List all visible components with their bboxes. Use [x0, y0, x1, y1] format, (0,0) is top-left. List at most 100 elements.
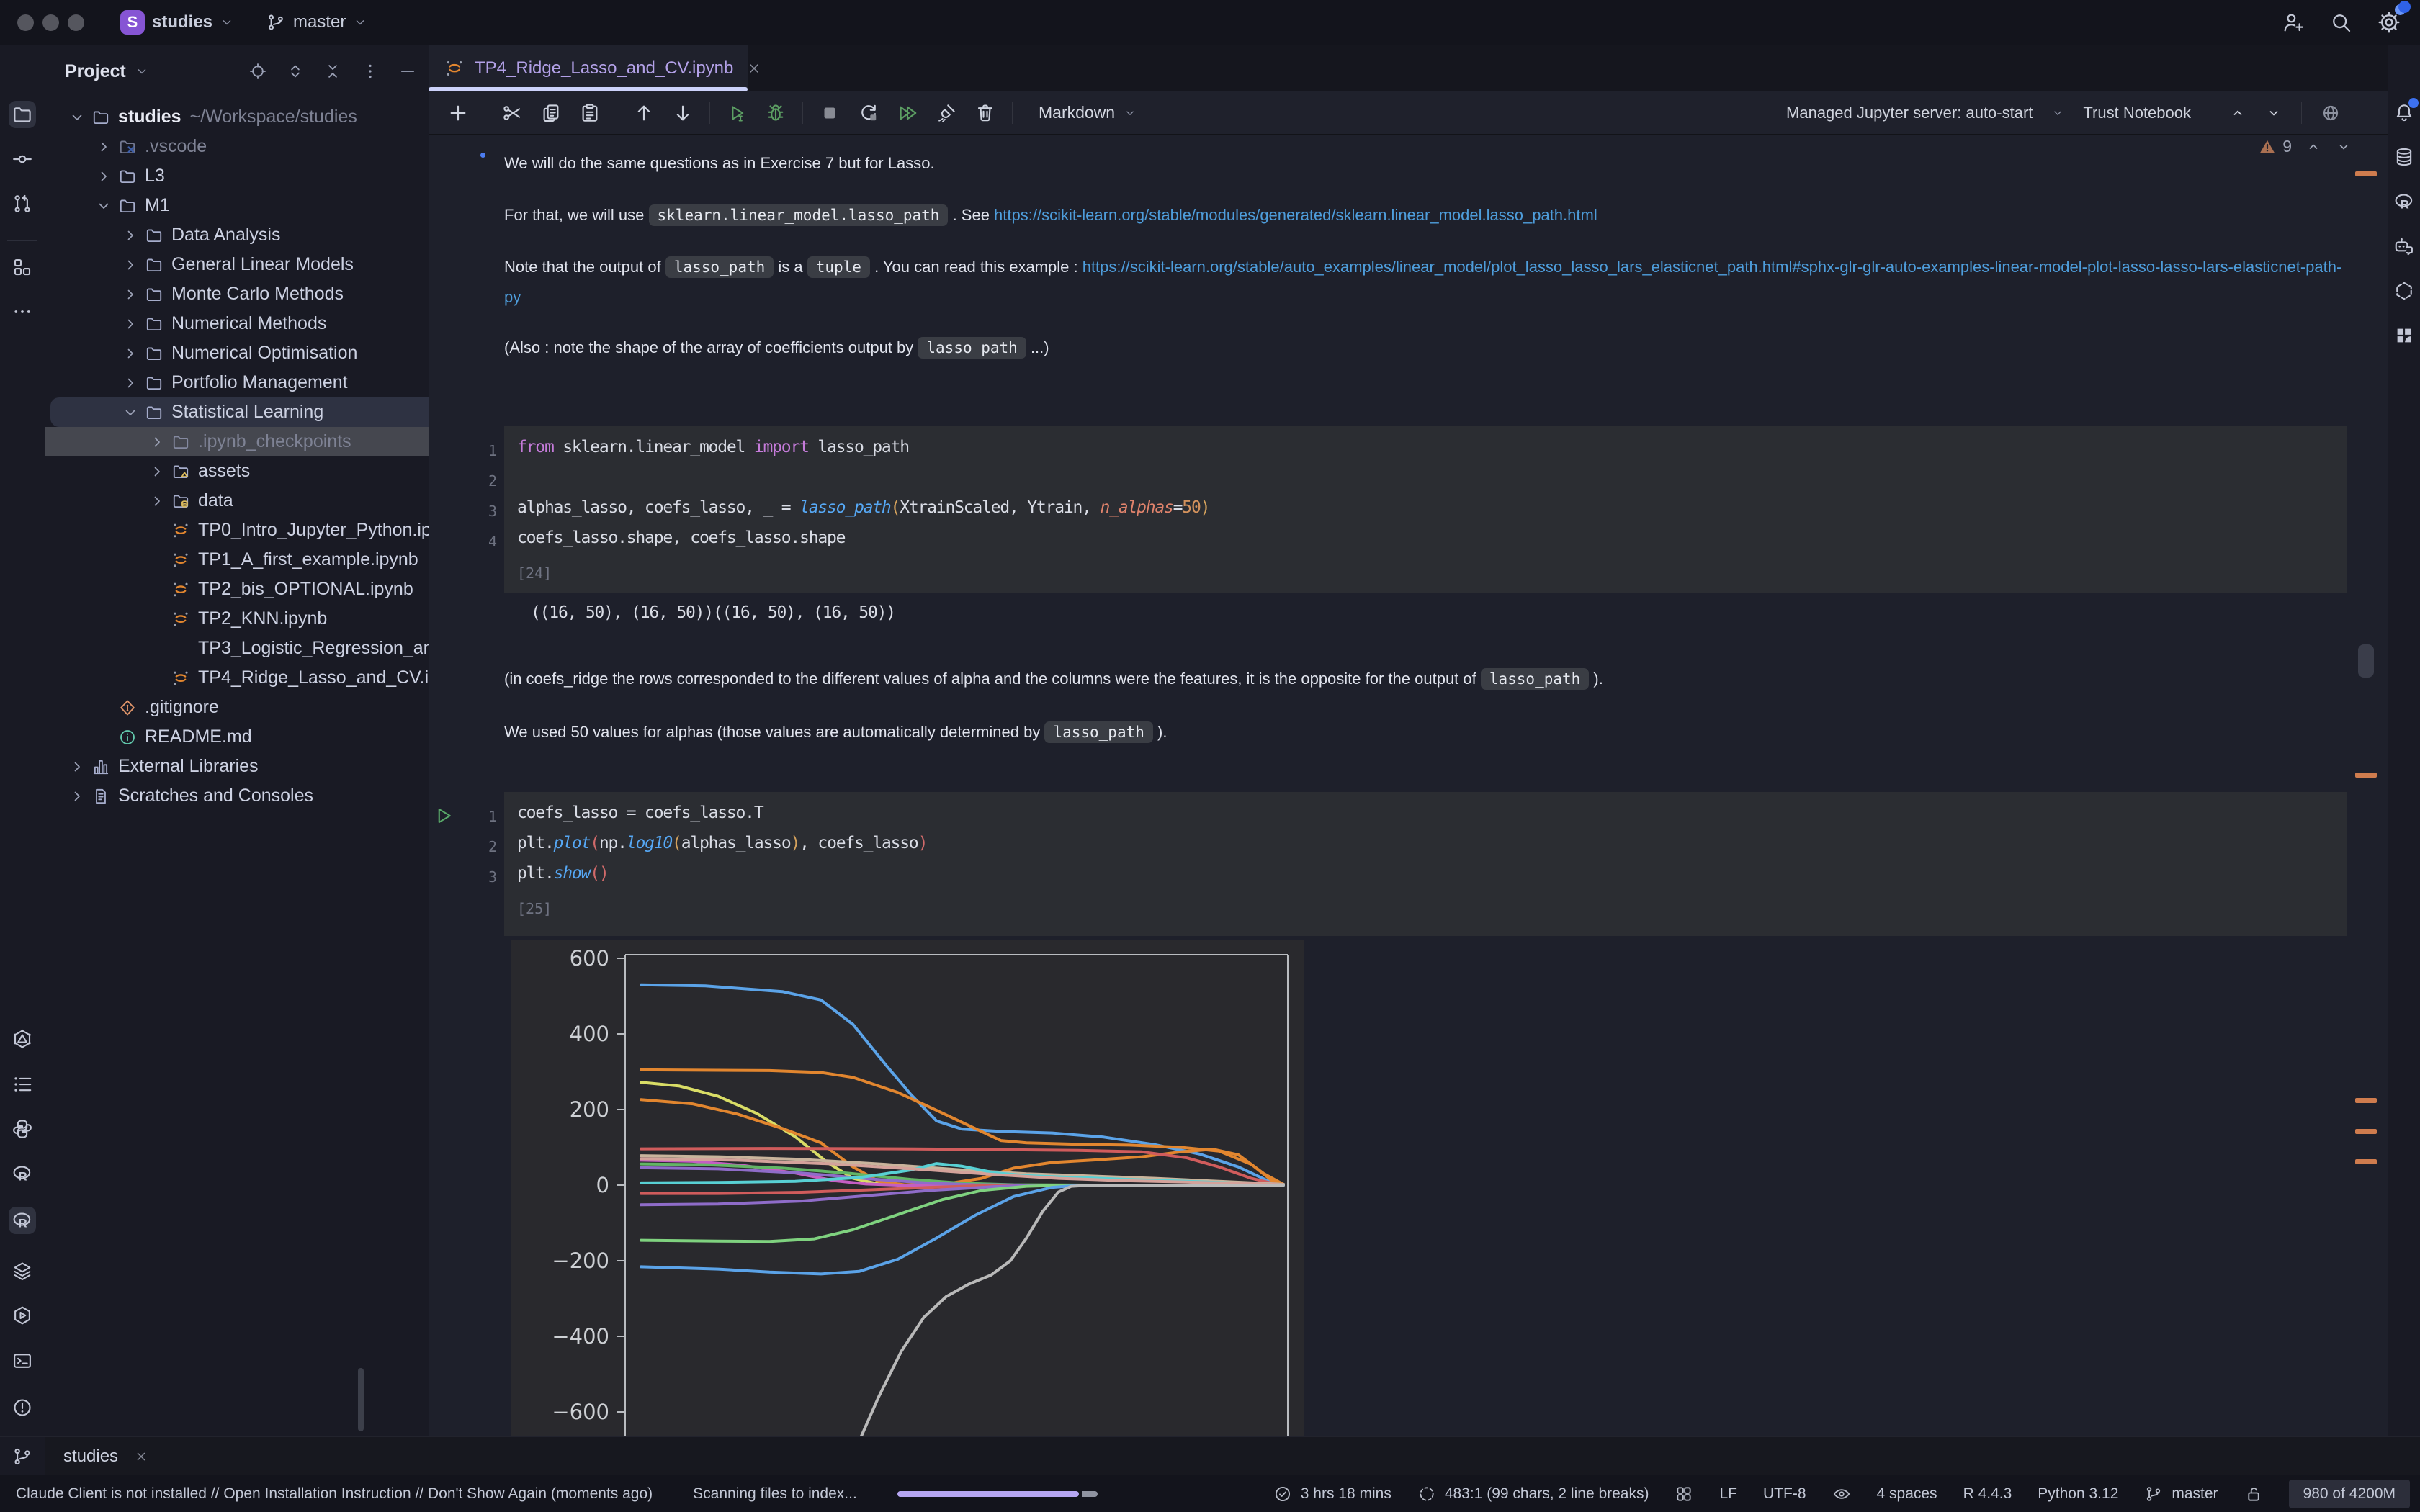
- ai-assistant-tool-icon[interactable]: [2393, 235, 2415, 257]
- tree-item-data[interactable]: data: [45, 486, 429, 516]
- chevron-right-icon[interactable]: [68, 758, 86, 775]
- move-cell-down-button[interactable]: [671, 101, 695, 125]
- run-all-cells-button[interactable]: [895, 101, 920, 125]
- tree-item-studies[interactable]: studies~/Workspace/studies: [45, 102, 429, 132]
- code-cell-2[interactable]: coefs_lasso = coefs_lasso.Tplt.plot(np.l…: [504, 792, 2347, 936]
- plugins-tool-icon[interactable]: [2393, 325, 2415, 346]
- tree-item-numerical-optimisation[interactable]: Numerical Optimisation: [45, 338, 429, 368]
- tree-item-readme-md[interactable]: README.md: [45, 722, 429, 752]
- status-session-time[interactable]: 3 hrs 18 mins: [1273, 1485, 1392, 1503]
- window-controls[interactable]: [17, 14, 84, 31]
- status-indent-style[interactable]: 4 spaces: [1877, 1485, 1937, 1503]
- tree-item-ipynb-checkpoints[interactable]: .ipynb_checkpoints: [45, 427, 429, 456]
- tree-item-general-linear-models[interactable]: General Linear Models: [45, 250, 429, 279]
- hide-panel-button[interactable]: [398, 62, 417, 81]
- add-user-button[interactable]: [2282, 11, 2305, 34]
- chevron-right-icon[interactable]: [95, 138, 112, 156]
- run-cell-gutter-button[interactable]: [433, 805, 454, 827]
- collapse-all-button[interactable]: [323, 62, 342, 81]
- status-kernel-status[interactable]: [1675, 1485, 1693, 1503]
- project-scrollbar-thumb[interactable]: [358, 1368, 364, 1431]
- status-memory-indicator[interactable]: 980 of 4200M: [2289, 1480, 2410, 1508]
- terminal-tool-icon[interactable]: [9, 1347, 36, 1374]
- commit-tool-icon[interactable]: [9, 145, 36, 173]
- tab-notebook[interactable]: TP4_Ridge_Lasso_and_CV.ipynb: [429, 45, 748, 91]
- chevron-down-icon[interactable]: [68, 109, 86, 126]
- add-cell-button[interactable]: [446, 101, 470, 125]
- run-cell-button[interactable]: [725, 101, 749, 125]
- expand-all-button[interactable]: [286, 62, 305, 81]
- project-tool-icon[interactable]: [9, 101, 36, 128]
- chevron-right-icon[interactable]: [122, 315, 139, 333]
- cut-cell-button[interactable]: [500, 101, 524, 125]
- trust-notebook-button[interactable]: Trust Notebook: [2083, 104, 2191, 122]
- paste-cell-button[interactable]: [578, 101, 602, 125]
- r-console-tool-icon[interactable]: R: [9, 1160, 36, 1187]
- status-caret-position[interactable]: 483:1 (99 chars, 2 line breaks): [1417, 1485, 1649, 1503]
- locate-file-button[interactable]: [248, 62, 267, 81]
- status-line-separator[interactable]: LF: [1719, 1485, 1737, 1503]
- next-problem-button[interactable]: [2335, 138, 2352, 156]
- status-python-interpreter[interactable]: Python 3.12: [2038, 1485, 2118, 1503]
- chevron-right-icon[interactable]: [95, 168, 112, 185]
- search-everywhere-button[interactable]: [2329, 11, 2352, 34]
- settings-button[interactable]: [2377, 10, 2401, 35]
- tree-item-l3[interactable]: L3: [45, 161, 429, 191]
- problems-tool-icon[interactable]: [9, 1394, 36, 1421]
- chevron-right-icon[interactable]: [122, 374, 139, 392]
- tree-item-vscode[interactable]: .vscode: [45, 132, 429, 161]
- services-tool-icon[interactable]: [9, 1257, 36, 1284]
- git-tool-tab[interactable]: studies: [63, 1446, 148, 1467]
- chevron-down-icon[interactable]: [95, 197, 112, 215]
- interrupt-kernel-button[interactable]: [817, 101, 842, 125]
- chevron-down-icon[interactable]: [122, 404, 139, 421]
- chevron-right-icon[interactable]: [68, 788, 86, 805]
- todo-tool-icon[interactable]: [9, 1071, 36, 1098]
- tree-item-tp0-intro-jupyter-python-ipynb[interactable]: TP0_Intro_Jupyter_Python.ipynb: [45, 516, 429, 545]
- chevron-right-icon[interactable]: [148, 463, 166, 480]
- tree-item-tp1-a-first-example-ipynb[interactable]: TP1_A_first_example.ipynb: [45, 545, 429, 575]
- status-r-interpreter[interactable]: R 4.4.3: [1963, 1485, 2012, 1503]
- status-message[interactable]: Claude Client is not installed // Open I…: [16, 1485, 653, 1503]
- tree-item-m1[interactable]: M1: [45, 191, 429, 220]
- chevron-right-icon[interactable]: [122, 286, 139, 303]
- graphql-tool-icon[interactable]: [9, 1025, 36, 1053]
- prev-problem-button[interactable]: [2305, 138, 2322, 156]
- cell-type-dropdown[interactable]: Markdown: [1039, 103, 1137, 122]
- dependencies-tool-icon[interactable]: [2393, 280, 2415, 302]
- r-packages-tool-icon[interactable]: R: [2393, 191, 2415, 212]
- jupyter-server-selector[interactable]: Managed Jupyter server: auto-start: [1786, 104, 2033, 122]
- editor-scrollbar-thumb[interactable]: [2358, 644, 2374, 678]
- run-anything-tool-icon[interactable]: [9, 1302, 36, 1329]
- git-branch-icon[interactable]: [12, 1446, 33, 1467]
- prev-cell-button[interactable]: [2229, 104, 2246, 122]
- status-reader-mode[interactable]: [1832, 1485, 1851, 1503]
- tree-item-data-analysis[interactable]: Data Analysis: [45, 220, 429, 250]
- hyperlink[interactable]: https://scikit-learn.org/stable/modules/…: [994, 206, 1597, 224]
- tree-item-portfolio-management[interactable]: Portfolio Management: [45, 368, 429, 397]
- status-file-encoding[interactable]: UTF-8: [1763, 1485, 1806, 1503]
- close-icon[interactable]: [746, 60, 762, 76]
- chevron-right-icon[interactable]: [122, 227, 139, 244]
- delete-cell-button[interactable]: [973, 101, 998, 125]
- next-cell-button[interactable]: [2265, 104, 2282, 122]
- structure-tool-icon[interactable]: [9, 253, 36, 281]
- branch-widget[interactable]: master: [266, 12, 367, 32]
- chevron-right-icon[interactable]: [148, 433, 166, 451]
- project-widget[interactable]: S studies: [120, 10, 234, 35]
- chevron-right-icon[interactable]: [122, 345, 139, 362]
- database-tool-icon[interactable]: [2393, 146, 2415, 168]
- globe-icon[interactable]: [2321, 103, 2341, 123]
- debug-cell-button[interactable]: [763, 101, 788, 125]
- move-cell-up-button[interactable]: [632, 101, 656, 125]
- project-panel-title[interactable]: Project: [65, 61, 126, 82]
- status-git-branch-widget[interactable]: master: [2144, 1485, 2218, 1503]
- tree-item-scratches-and-consoles[interactable]: Scratches and Consoles: [45, 781, 429, 811]
- python-console-tool-icon[interactable]: [9, 1115, 36, 1143]
- restart-kernel-button[interactable]: [856, 101, 881, 125]
- tree-item-assets[interactable]: assets: [45, 456, 429, 486]
- r-tools-icon[interactable]: R: [9, 1207, 36, 1234]
- copy-cell-button[interactable]: [539, 101, 563, 125]
- inspections-widget[interactable]: 9: [2258, 137, 2352, 156]
- tree-item-tp4-ridge-lasso-and-cv-ipynb[interactable]: TP4_Ridge_Lasso_and_CV.ipynb: [45, 663, 429, 693]
